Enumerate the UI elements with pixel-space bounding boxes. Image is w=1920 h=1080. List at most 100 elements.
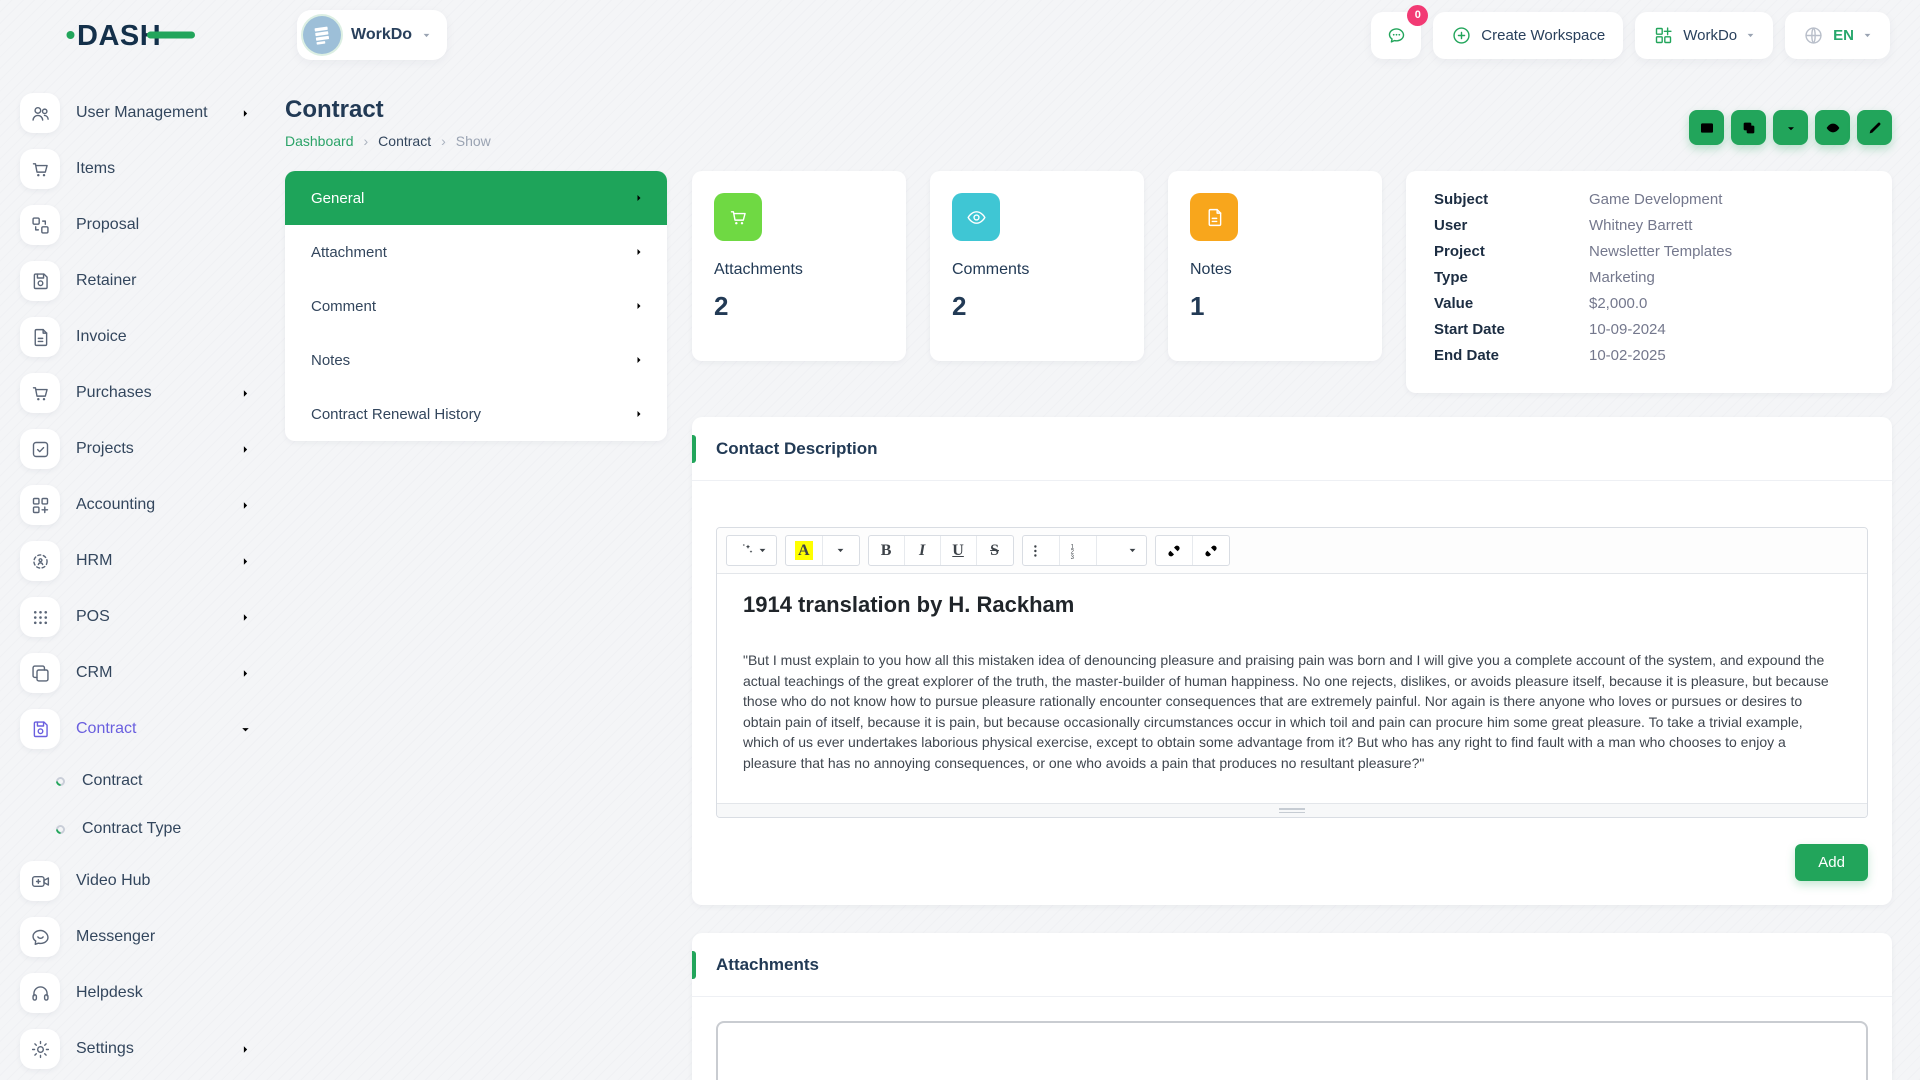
tab-attachment[interactable]: Attachment [285, 225, 667, 279]
proposal-icon [20, 205, 60, 245]
ordered-list-button[interactable] [1060, 536, 1097, 565]
chevron-right-icon [633, 300, 645, 312]
sidebar-item-video-hub[interactable]: Video Hub [20, 853, 252, 909]
tab-comment[interactable]: Comment [285, 279, 667, 333]
style-magic-button[interactable] [727, 536, 776, 565]
chevron-right-icon [239, 443, 252, 456]
send-mail-button[interactable] [1689, 110, 1724, 145]
strikethrough-button[interactable]: S [977, 536, 1013, 565]
sidebar-item-helpdesk[interactable]: Helpdesk [20, 965, 252, 1021]
chevron-right-icon [633, 408, 645, 420]
sidebar-item-invoice[interactable]: Invoice [20, 309, 252, 365]
stat-card-comments: Comments 2 [930, 171, 1144, 361]
editor-resize-handle[interactable] [717, 803, 1867, 817]
workdo-menu-button[interactable]: WorkDo [1635, 11, 1774, 59]
stat-card-notes: Notes 1 [1168, 171, 1382, 361]
edit-button[interactable] [1857, 110, 1892, 145]
users-icon [20, 93, 60, 133]
font-color-button[interactable]: A [786, 536, 823, 565]
attachments-card: Attachments Drop files here to upload [692, 933, 1892, 1080]
note-icon [1190, 193, 1238, 241]
chevron-right-icon [239, 387, 252, 400]
tab-general[interactable]: General [285, 171, 667, 225]
unlink-button[interactable] [1193, 536, 1229, 565]
stat-label: Attachments [714, 261, 803, 278]
pos-icon [20, 597, 60, 637]
chevron-right-icon [239, 555, 252, 568]
editor-content[interactable]: 1914 translation by H. Rackham "But I mu… [717, 574, 1867, 803]
file-dropzone[interactable]: Drop files here to upload [716, 1021, 1868, 1080]
contract-icon [20, 709, 60, 749]
contract-tabs-card: General Attachment Comment Notes Contrac… [285, 171, 667, 441]
duplicate-button[interactable] [1731, 110, 1766, 145]
workspace-name: WorkDo [351, 26, 413, 43]
sidebar-item-retainer[interactable]: Retainer [20, 253, 252, 309]
detail-row: Value $2,000.0 [1434, 295, 1648, 312]
sidebar-item-items[interactable]: Items [20, 141, 252, 197]
workdo-menu-label: WorkDo [1683, 26, 1738, 44]
create-workspace-button[interactable]: Create Workspace [1433, 11, 1624, 59]
sidebar-item-messenger[interactable]: Messenger [20, 909, 252, 965]
sidebar-item-projects[interactable]: Projects [20, 421, 252, 477]
unordered-list-button[interactable] [1023, 536, 1060, 565]
sidebar-item-purchases[interactable]: Purchases [20, 365, 252, 421]
cart-icon [20, 373, 60, 413]
page-title: Contract [285, 96, 384, 123]
workspace-avatar [303, 16, 341, 54]
grip-icon [1279, 808, 1305, 813]
language-label: EN [1833, 26, 1854, 44]
top-bar: DASH WorkDo 0 Create Workspace WorkDo EN [0, 0, 1920, 70]
paragraph-align-button[interactable] [1097, 536, 1146, 565]
circle-icon [54, 822, 67, 836]
sidebar-subitem-contract[interactable]: Contract [20, 757, 285, 805]
breadcrumb-separator: › [441, 133, 446, 149]
main-content: Contract Dashboard › Contract › Show Gen… [285, 70, 1920, 1080]
stat-label: Notes [1190, 261, 1232, 278]
grid-plus-icon [1653, 25, 1674, 46]
underline-button[interactable]: U [941, 536, 977, 565]
chat-icon [1386, 25, 1407, 46]
breadcrumb-separator: › [363, 133, 369, 149]
gear-icon [20, 1029, 60, 1069]
italic-button[interactable]: I [905, 536, 941, 565]
workspace-selector[interactable]: WorkDo [297, 10, 448, 60]
chevron-right-icon [239, 499, 252, 512]
sidebar-item-hrm[interactable]: HRM [20, 533, 252, 589]
sidebar-item-settings[interactable]: Settings [20, 1021, 252, 1077]
font-color-caret-button[interactable] [823, 536, 859, 565]
tab-notes[interactable]: Notes [285, 333, 667, 387]
contact-description-card: Contact Description A B I U S 1914 trans… [692, 417, 1892, 905]
caret-down-icon [836, 546, 845, 555]
language-selector[interactable]: EN [1785, 11, 1890, 59]
detail-row: Type Marketing [1434, 269, 1655, 286]
breadcrumb-dashboard[interactable]: Dashboard [285, 133, 354, 149]
chevron-right-icon [239, 667, 252, 680]
sidebar-item-user-management[interactable]: User Management [20, 85, 252, 141]
download-button[interactable] [1773, 110, 1808, 145]
sidebar-item-proposal[interactable]: Proposal [20, 197, 252, 253]
circle-icon [54, 774, 67, 788]
pencil-icon [1867, 120, 1883, 136]
cart-icon [714, 193, 762, 241]
align-icon [1106, 542, 1124, 560]
link-icon [1165, 542, 1183, 560]
sidebar-item-accounting[interactable]: Accounting [20, 477, 252, 533]
sidebar-subitem-contract-type[interactable]: Contract Type [20, 805, 285, 853]
page-actions [1689, 110, 1892, 149]
breadcrumb-contract[interactable]: Contract [378, 133, 431, 149]
chevron-right-icon [633, 246, 645, 258]
unlink-icon [1202, 542, 1220, 560]
sidebar-item-contract[interactable]: Contract [20, 701, 252, 757]
messages-button[interactable]: 0 [1371, 4, 1429, 59]
preview-button[interactable] [1815, 110, 1850, 145]
tab-contract-renewal-history[interactable]: Contract Renewal History [285, 387, 667, 441]
add-button[interactable]: Add [1795, 844, 1868, 881]
bold-button[interactable]: B [869, 536, 905, 565]
sidebar-item-crm[interactable]: CRM [20, 645, 252, 701]
stat-value: 2 [714, 291, 729, 321]
detail-row: Project Newsletter Templates [1434, 243, 1733, 260]
sidebar-item-pos[interactable]: POS [20, 589, 252, 645]
insert-link-button[interactable] [1156, 536, 1193, 565]
projects-icon [20, 429, 60, 469]
breadcrumb: Dashboard › Contract › Show [285, 133, 491, 149]
